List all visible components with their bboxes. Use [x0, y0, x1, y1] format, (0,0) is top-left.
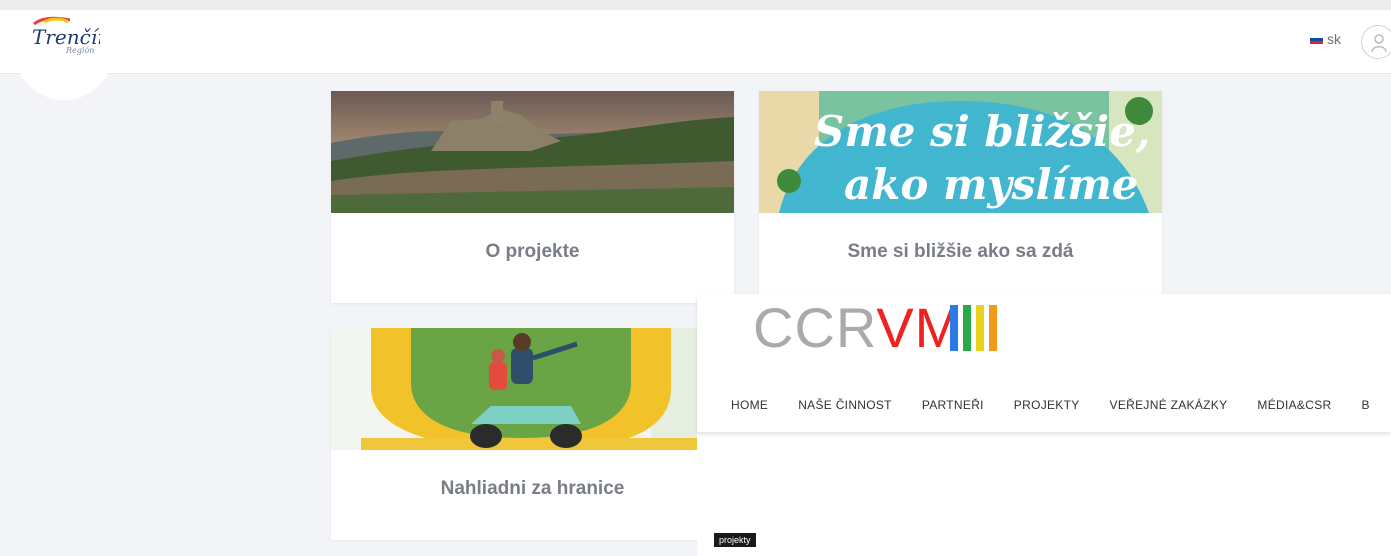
logo-bar-0: [950, 305, 958, 351]
nav-item-2[interactable]: PARTNEŘI: [922, 398, 984, 412]
image-headline-line2: ako myslíme: [844, 160, 1139, 209]
logo-bar-1: [963, 305, 971, 351]
logo-bar-2: [976, 305, 984, 351]
image-headline-line1: Sme si bližšie,: [814, 107, 1150, 156]
card-image-sme-si-blizsie: Sme si bližšie, ako myslíme: [759, 91, 1162, 213]
card-title: Sme si bližšie ako sa zdá: [847, 241, 1074, 262]
card-sme-si-blizsie[interactable]: Sme si bližšie, ako myslíme Sme si bližš…: [759, 91, 1162, 303]
trencin-logo-icon: Trenčín Región: [32, 16, 100, 55]
card-title: O projekte: [485, 241, 580, 262]
card-image-trencin-castle: [331, 91, 734, 213]
language-switcher[interactable]: sk: [1310, 31, 1341, 47]
logo-subtext: Región: [65, 46, 94, 55]
site-header: sk: [0, 10, 1391, 74]
nav-item-5[interactable]: MÉDIA&CSR: [1257, 398, 1331, 412]
nav-item-1[interactable]: NAŠE ČINNOST: [798, 398, 892, 412]
ccrvm-logo-text: CCR: [753, 296, 877, 359]
category-tag[interactable]: projekty: [714, 533, 756, 547]
user-account-button[interactable]: [1361, 25, 1391, 59]
language-label: sk: [1327, 31, 1341, 47]
site-logo[interactable]: Trenčín Región: [14, 12, 114, 100]
nav-item-4[interactable]: VEŘEJNÉ ZAKÁZKY: [1110, 398, 1228, 412]
user-icon: [1371, 34, 1387, 53]
ccrvm-main-nav: HOME NAŠE ČINNOST PARTNEŘI PROJEKTY VEŘEJNÉ …: [731, 398, 1391, 412]
logo-bar-3: [989, 305, 997, 351]
nav-item-0[interactable]: HOME: [731, 398, 768, 412]
card-title: Nahliadni za hranice: [440, 478, 625, 499]
ccrvm-logo[interactable]: CCRVM: [753, 294, 962, 362]
card-nahliadni-za-hranice[interactable]: Nahliadni za hranice: [331, 328, 734, 540]
nav-item-3[interactable]: PROJEKTY: [1014, 398, 1080, 412]
card-o-projekte[interactable]: O projekte: [331, 91, 734, 303]
ccrvm-logo-bars: [950, 305, 997, 351]
ccrvm-header: CCRVM HOME NAŠE ČINNOST PARTNEŘI PROJEKTY VE…: [697, 294, 1391, 432]
ccrvm-overlay-window: CCRVM HOME NAŠE ČINNOST PARTNEŘI PROJEKTY VE…: [697, 294, 1391, 556]
nav-item-6[interactable]: B: [1361, 398, 1369, 412]
slovak-flag-icon: [1310, 34, 1323, 44]
card-image-scooter: [331, 328, 734, 450]
top-strip: [0, 0, 1391, 10]
